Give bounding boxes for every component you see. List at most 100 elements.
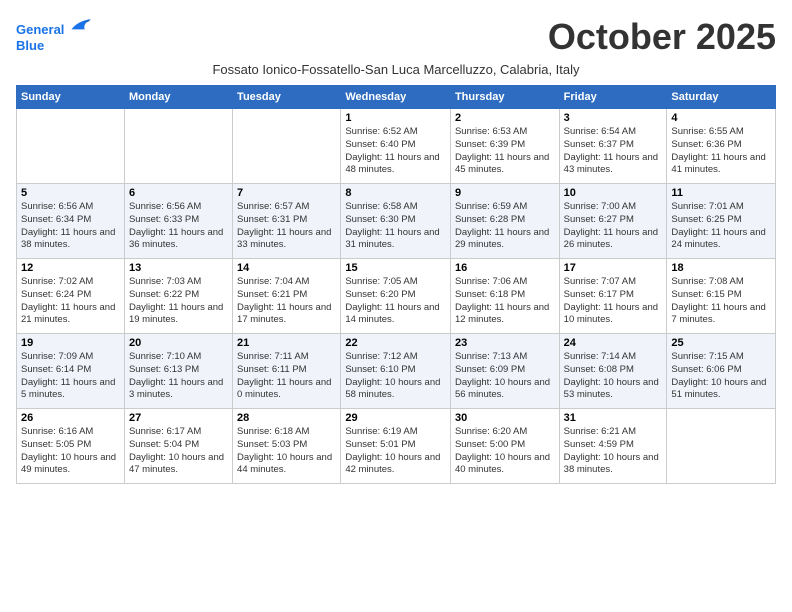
calendar-cell: 18 Sunrise: 7:08 AM Sunset: 6:15 PM Dayli…	[667, 259, 776, 334]
day-info: Sunrise: 7:08 AM Sunset: 6:15 PM Dayligh…	[671, 276, 771, 327]
day-number: 9	[455, 187, 555, 199]
day-info: Sunrise: 7:06 AM Sunset: 6:18 PM Dayligh…	[455, 276, 555, 327]
day-number: 23	[455, 337, 555, 349]
calendar-cell: 19 Sunrise: 7:09 AM Sunset: 6:14 PM Dayli…	[17, 334, 125, 409]
day-info: Sunrise: 6:55 AM Sunset: 6:36 PM Dayligh…	[671, 126, 771, 177]
day-info: Sunrise: 6:16 AM Sunset: 5:05 PM Dayligh…	[21, 426, 120, 477]
day-number: 26	[21, 412, 120, 424]
calendar-cell: 13 Sunrise: 7:03 AM Sunset: 6:22 PM Dayli…	[124, 259, 232, 334]
calendar-cell: 27Sunrise: 6:17 AM Sunset: 5:04 PM Dayli…	[124, 409, 232, 484]
day-number: 12	[21, 262, 120, 274]
calendar-week-row: 26 Sunrise: 6:16 AM Sunset: 5:05 PM Dayli…	[17, 409, 776, 484]
calendar-cell	[233, 109, 341, 184]
page-header: General Blue October 2025	[16, 16, 776, 58]
day-number: 1	[345, 112, 446, 124]
day-number: 28	[237, 412, 336, 424]
calendar-cell: 4 Sunrise: 6:55 AM Sunset: 6:36 PM Daylig…	[667, 109, 776, 184]
calendar-week-row: 5Sunrise: 6:56 AM Sunset: 6:34 PM Daylig…	[17, 184, 776, 259]
day-info: Sunrise: 7:05 AM Sunset: 6:20 PM Dayligh…	[345, 276, 446, 327]
day-number: 22	[345, 337, 446, 349]
day-number: 19	[21, 337, 120, 349]
calendar-cell: 24 Sunrise: 7:14 AM Sunset: 6:08 PM Dayli…	[559, 334, 667, 409]
calendar-cell: 22Sunrise: 7:12 AM Sunset: 6:10 PM Dayli…	[341, 334, 451, 409]
calendar-cell: 14 Sunrise: 7:04 AM Sunset: 6:21 PM Dayli…	[233, 259, 341, 334]
calendar-cell: 23 Sunrise: 7:13 AM Sunset: 6:09 PM Dayli…	[450, 334, 559, 409]
day-info: Sunrise: 6:52 AM Sunset: 6:40 PM Dayligh…	[345, 126, 446, 177]
day-number: 24	[564, 337, 663, 349]
weekday-header-row: SundayMondayTuesdayWednesdayThursdayFrid…	[17, 86, 776, 109]
calendar-cell: 21 Sunrise: 7:11 AM Sunset: 6:11 PM Dayli…	[233, 334, 341, 409]
calendar-week-row: 12 Sunrise: 7:02 AM Sunset: 6:24 PM Dayli…	[17, 259, 776, 334]
day-info: Sunrise: 6:19 AM Sunset: 5:01 PM Dayligh…	[345, 426, 446, 477]
calendar-cell: 17 Sunrise: 7:07 AM Sunset: 6:17 PM Dayli…	[559, 259, 667, 334]
calendar-cell: 10Sunrise: 7:00 AM Sunset: 6:27 PM Dayli…	[559, 184, 667, 259]
day-info: Sunrise: 6:20 AM Sunset: 5:00 PM Dayligh…	[455, 426, 555, 477]
day-number: 6	[129, 187, 228, 199]
calendar-cell: 8Sunrise: 6:58 AM Sunset: 6:30 PM Daylig…	[341, 184, 451, 259]
weekday-header: Monday	[124, 86, 232, 109]
logo-bird-icon	[70, 16, 92, 34]
calendar-cell	[17, 109, 125, 184]
day-info: Sunrise: 6:53 AM Sunset: 6:39 PM Dayligh…	[455, 126, 555, 177]
calendar-cell: 25 Sunrise: 7:15 AM Sunset: 6:06 PM Dayli…	[667, 334, 776, 409]
calendar-cell: 2 Sunrise: 6:53 AM Sunset: 6:39 PM Daylig…	[450, 109, 559, 184]
day-number: 8	[345, 187, 446, 199]
calendar-cell: 6 Sunrise: 6:56 AM Sunset: 6:33 PM Daylig…	[124, 184, 232, 259]
day-number: 15	[345, 262, 446, 274]
calendar-cell	[667, 409, 776, 484]
month-title: October 2025	[548, 16, 776, 58]
day-info: Sunrise: 7:10 AM Sunset: 6:13 PM Dayligh…	[129, 351, 228, 402]
day-number: 7	[237, 187, 336, 199]
calendar-cell: 29Sunrise: 6:19 AM Sunset: 5:01 PM Dayli…	[341, 409, 451, 484]
weekday-header: Thursday	[450, 86, 559, 109]
day-number: 13	[129, 262, 228, 274]
day-info: Sunrise: 7:01 AM Sunset: 6:25 PM Dayligh…	[671, 201, 771, 252]
weekday-header: Sunday	[17, 86, 125, 109]
calendar-table: SundayMondayTuesdayWednesdayThursdayFrid…	[16, 85, 776, 484]
calendar-cell: 1 Sunrise: 6:52 AM Sunset: 6:40 PM Daylig…	[341, 109, 451, 184]
day-info: Sunrise: 7:04 AM Sunset: 6:21 PM Dayligh…	[237, 276, 336, 327]
day-info: Sunrise: 7:02 AM Sunset: 6:24 PM Dayligh…	[21, 276, 120, 327]
logo-text: General	[16, 16, 92, 38]
day-number: 18	[671, 262, 771, 274]
day-info: Sunrise: 6:59 AM Sunset: 6:28 PM Dayligh…	[455, 201, 555, 252]
day-number: 2	[455, 112, 555, 124]
calendar-cell: 5Sunrise: 6:56 AM Sunset: 6:34 PM Daylig…	[17, 184, 125, 259]
weekday-header: Tuesday	[233, 86, 341, 109]
logo-blue-text: Blue	[16, 38, 92, 54]
logo: General Blue	[16, 16, 92, 53]
calendar-cell: 7Sunrise: 6:57 AM Sunset: 6:31 PM Daylig…	[233, 184, 341, 259]
calendar-cell: 12 Sunrise: 7:02 AM Sunset: 6:24 PM Dayli…	[17, 259, 125, 334]
calendar-cell: 11Sunrise: 7:01 AM Sunset: 6:25 PM Dayli…	[667, 184, 776, 259]
calendar-cell: 30Sunrise: 6:20 AM Sunset: 5:00 PM Dayli…	[450, 409, 559, 484]
day-number: 21	[237, 337, 336, 349]
day-number: 14	[237, 262, 336, 274]
weekday-header: Friday	[559, 86, 667, 109]
day-info: Sunrise: 7:03 AM Sunset: 6:22 PM Dayligh…	[129, 276, 228, 327]
weekday-header: Saturday	[667, 86, 776, 109]
day-number: 5	[21, 187, 120, 199]
day-info: Sunrise: 7:09 AM Sunset: 6:14 PM Dayligh…	[21, 351, 120, 402]
calendar-cell: 15 Sunrise: 7:05 AM Sunset: 6:20 PM Dayli…	[341, 259, 451, 334]
day-number: 20	[129, 337, 228, 349]
calendar-cell: 20 Sunrise: 7:10 AM Sunset: 6:13 PM Dayli…	[124, 334, 232, 409]
weekday-header: Wednesday	[341, 86, 451, 109]
day-number: 27	[129, 412, 228, 424]
day-info: Sunrise: 7:07 AM Sunset: 6:17 PM Dayligh…	[564, 276, 663, 327]
day-number: 25	[671, 337, 771, 349]
day-info: Sunrise: 6:18 AM Sunset: 5:03 PM Dayligh…	[237, 426, 336, 477]
calendar-week-row: 19 Sunrise: 7:09 AM Sunset: 6:14 PM Dayli…	[17, 334, 776, 409]
day-info: Sunrise: 7:11 AM Sunset: 6:11 PM Dayligh…	[237, 351, 336, 402]
day-info: Sunrise: 7:13 AM Sunset: 6:09 PM Dayligh…	[455, 351, 555, 402]
calendar-cell: 28 Sunrise: 6:18 AM Sunset: 5:03 PM Dayli…	[233, 409, 341, 484]
day-number: 16	[455, 262, 555, 274]
day-info: Sunrise: 7:14 AM Sunset: 6:08 PM Dayligh…	[564, 351, 663, 402]
calendar-cell	[124, 109, 232, 184]
day-info: Sunrise: 7:15 AM Sunset: 6:06 PM Dayligh…	[671, 351, 771, 402]
day-info: Sunrise: 6:56 AM Sunset: 6:33 PM Dayligh…	[129, 201, 228, 252]
day-number: 17	[564, 262, 663, 274]
day-number: 4	[671, 112, 771, 124]
day-info: Sunrise: 6:54 AM Sunset: 6:37 PM Dayligh…	[564, 126, 663, 177]
day-number: 31	[564, 412, 663, 424]
location-title: Fossato Ionico-Fossatello-San Luca Marce…	[16, 62, 776, 77]
